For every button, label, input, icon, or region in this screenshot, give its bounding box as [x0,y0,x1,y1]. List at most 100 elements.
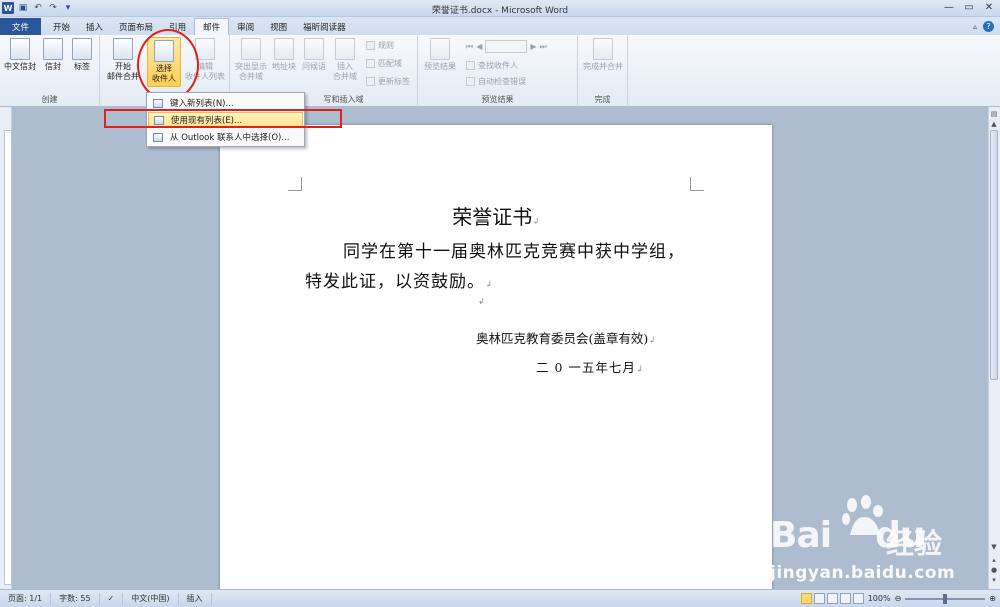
start-mail-merge-icon [113,38,133,60]
highlight-icon [241,38,261,60]
finish-merge-button[interactable]: 完成并合并 [580,38,626,72]
edit-line1: 编辑 [197,62,213,71]
new-list-icon [153,98,163,108]
greeting-label: 问候语 [302,62,326,71]
print-layout-icon[interactable] [800,593,812,604]
ribbon-collapse-icon[interactable]: ▵ [973,22,977,31]
status-page[interactable]: 页面: 1/1 [0,592,52,605]
title-bar: W ▣ ↶ ↷ ▾ 荣誉证书.docx - Microsoft Word — ▭… [0,0,1000,17]
tab-insert[interactable]: 插入 [78,18,111,35]
update-labels-icon [366,77,375,86]
tab-view[interactable]: 视图 [262,18,295,35]
update-label: 更新标签 [378,77,410,86]
status-mode[interactable]: 插入 [179,592,212,605]
previous-record-icon[interactable]: ◀ [476,42,482,51]
paragraph-mark: ↲ [532,217,540,227]
address-block-button[interactable]: 地址块 [270,38,298,72]
status-bar: 页面: 1/1 字数: 55 ✓ 中文(中国) 插入 100% ⊖ ⊕ [0,589,1000,607]
preview-results-button[interactable]: 预览结果 [421,38,459,72]
zoom-slider[interactable] [905,593,986,604]
status-words[interactable]: 字数: 55 [51,592,100,605]
browse-object-icon[interactable]: ● [990,566,998,576]
help-icon[interactable]: ? [983,21,994,32]
outline-icon[interactable] [839,593,851,604]
draft-icon[interactable] [852,593,864,604]
tab-review[interactable]: 审阅 [229,18,262,35]
zoom-out-icon[interactable]: ⊖ [895,594,902,603]
help-area: ▵ ? [973,18,1000,35]
zoom-control: 100% ⊖ ⊕ [864,593,1000,604]
maximize-icon[interactable]: ▭ [962,1,976,14]
baidu-watermark: Bai du 经验 jingyan.baidu.com [770,495,990,595]
tab-home[interactable]: 开始 [45,18,78,35]
highlight-line2: 合并域 [239,72,263,81]
document-date: 二 0 一五年七月↲ [536,357,644,376]
greeting-line-button[interactable]: 问候语 [300,38,328,72]
next-record-icon[interactable]: ▶ [530,42,536,51]
find-recipient-button[interactable]: 查找收件人 [466,60,518,71]
document-body-text: 同学在第十一届奥林匹克竞赛中获中学组，特发此证，以资鼓励。 [305,242,685,292]
match-fields-button[interactable]: 匹配域 [366,58,402,69]
address-block-icon [274,38,294,60]
tab-file[interactable]: 文件 [0,18,42,35]
insert-merge-field-button[interactable]: 插入 合并域 [330,38,360,82]
highlight-merge-fields-button[interactable]: 突出显示 合并域 [233,38,269,82]
menu-item-outlook-contacts[interactable]: 从 Outlook 联系人中选择(O)... [148,129,303,145]
document-title: 荣誉证书↲ [220,201,772,230]
next-page-icon[interactable]: ▾ [990,576,998,586]
close-icon[interactable]: ✕ [982,1,996,14]
labels-button[interactable]: 标签 [70,38,94,72]
document-title-text: 荣誉证书 [452,205,533,229]
zoom-level[interactable]: 100% [868,594,891,603]
status-language[interactable]: 中文(中国) [123,592,179,605]
update-labels-button[interactable]: 更新标签 [366,76,410,87]
chinese-envelope-label: 中文信封 [4,62,36,71]
jingyan-label: 经验 [886,527,943,560]
document-signature-text: 奥林匹克教育委员会(盖章有效) [476,331,649,346]
window-controls: — ▭ ✕ [942,1,996,14]
group-create-label: 创建 [41,95,58,104]
window-title: 荣誉证书.docx - Microsoft Word [431,6,569,16]
margin-corner-left [288,177,302,191]
record-navigation: ⏮ ◀ ▶ ⏭ [466,40,547,53]
first-record-icon[interactable]: ⏮ [466,42,473,52]
zoom-in-icon[interactable]: ⊕ [989,594,996,603]
chinese-envelope-icon [10,38,30,60]
check-label: 自动检查错误 [478,77,526,86]
address-label: 地址块 [272,62,296,71]
rules-icon [366,41,375,50]
rules-button[interactable]: 规则 [366,40,394,51]
full-screen-reading-icon[interactable] [813,593,825,604]
rules-label: 规则 [378,41,394,50]
baidu-logo-bai: Bai [770,515,832,556]
group-preview-label: 预览结果 [481,95,514,104]
group-finish-label: 完成 [594,95,611,104]
preview-btn-label: 预览结果 [424,62,456,71]
minimize-icon[interactable]: — [942,1,956,14]
group-create: 中文信封 信封 标签 创建 [0,35,100,107]
previous-page-icon[interactable]: ▴ [990,556,998,566]
record-number-input[interactable] [485,40,528,53]
chinese-envelope-button[interactable]: 中文信封 [3,38,37,72]
jingyan-url: jingyan.baidu.com [770,563,956,583]
labels-icon [72,38,92,60]
scrollbar-thumb[interactable] [990,130,998,380]
web-layout-icon[interactable] [826,593,838,604]
envelope-button[interactable]: 信封 [42,38,64,72]
preview-results-icon [430,38,450,60]
auto-check-errors-button[interactable]: 自动检查错误 [466,76,526,87]
paragraph-mark: ↲ [485,280,494,290]
margin-corner-right [690,177,704,191]
last-record-icon[interactable]: ⏭ [540,42,547,52]
ruler-toggle-icon[interactable]: ▤ [990,110,998,120]
tab-mailings[interactable]: 邮件 [194,18,230,35]
tab-foxit-reader[interactable]: 福昕阅读器 [295,18,354,35]
document-page[interactable]: 荣誉证书↲ 同学在第十一届奥林匹克竞赛中获中学组，特发此证，以资鼓励。↲ ↲ 奥… [220,125,772,595]
empty-paragraph-mark: ↲ [478,297,485,306]
scroll-down-icon[interactable]: ▼ [990,543,998,553]
scroll-up-icon[interactable]: ▲ [990,120,998,130]
proofing-icon[interactable]: ✓ [100,592,124,605]
finish-merge-icon [593,38,613,60]
labels-label: 标签 [74,62,90,71]
zoom-slider-knob[interactable] [943,593,948,604]
